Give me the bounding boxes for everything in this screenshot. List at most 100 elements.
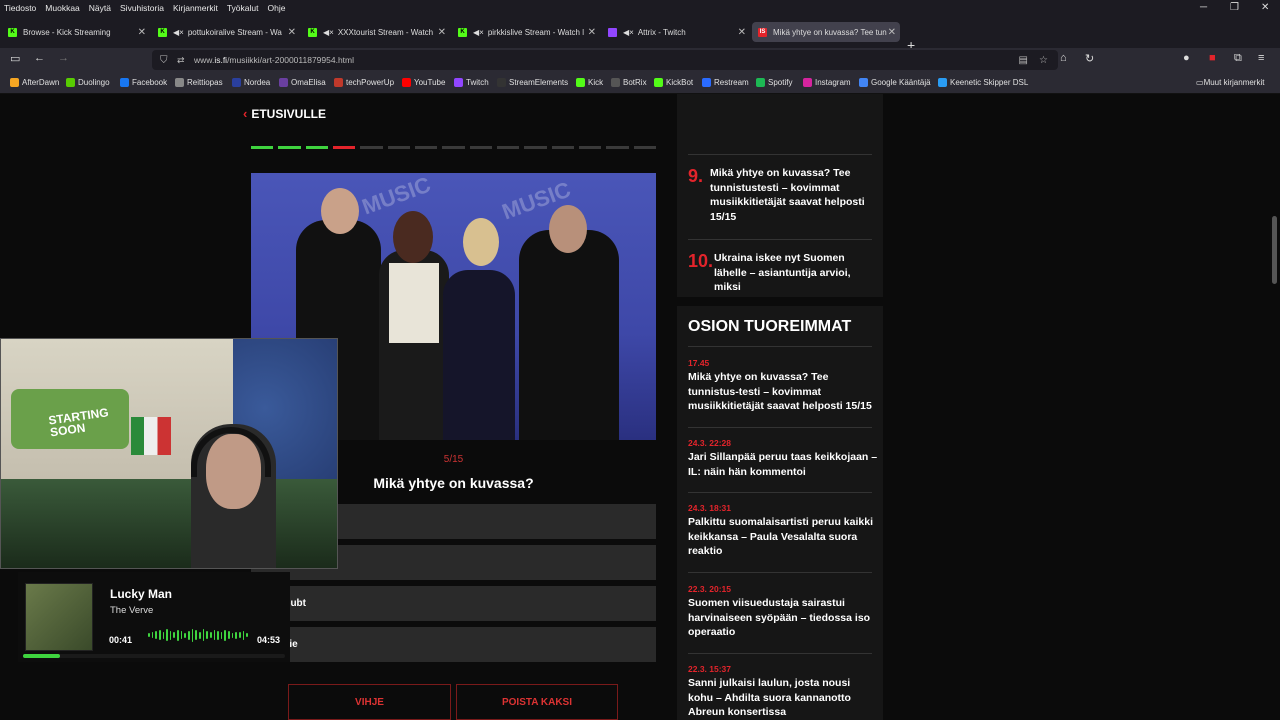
- site-permissions-icon[interactable]: ⇄: [177, 55, 185, 66]
- tab-pottukoiralive[interactable]: K ◀× pottukoiralive Stream - Wa ✕: [152, 22, 300, 42]
- bookmark-item[interactable]: AfterDawn: [10, 78, 59, 87]
- answer-option-3[interactable]: No Doubt: [251, 586, 656, 621]
- bookmark-label: Restream: [714, 78, 749, 87]
- bookmark-item[interactable]: YouTube: [402, 78, 445, 87]
- bookmark-item[interactable]: Facebook: [120, 78, 167, 87]
- progress-segment: [387, 146, 410, 149]
- bookmark-item[interactable]: Twitch: [454, 78, 489, 87]
- progress-segment: [360, 146, 383, 149]
- menu-help[interactable]: Ohje: [267, 3, 285, 13]
- hint-button[interactable]: VIHJE: [288, 684, 451, 720]
- webcam-overlay: STARTING SOON: [0, 338, 338, 569]
- most-read-item[interactable]: 9. Mikä yhtye on kuvassa? Tee tunnistust…: [688, 166, 865, 224]
- muted-icon[interactable]: ◀×: [473, 28, 484, 37]
- bookmark-item[interactable]: Reittiopas: [175, 78, 223, 87]
- progress-segment: [332, 146, 356, 149]
- bookmark-item[interactable]: Duolingo: [66, 78, 110, 87]
- close-tab-icon[interactable]: ✕: [138, 27, 146, 38]
- reload-icon[interactable]: ↻: [1085, 52, 1094, 65]
- scrollbar-thumb[interactable]: [1272, 216, 1277, 284]
- person-1-head: [321, 188, 359, 234]
- answer-option-4[interactable]: Blondie: [251, 627, 656, 662]
- bookmark-item[interactable]: OmaElisa: [279, 78, 326, 87]
- bookmark-item[interactable]: Spotify: [756, 78, 792, 87]
- app-menu-icon[interactable]: ≡: [1258, 52, 1264, 64]
- bookmark-item[interactable]: techPowerUp: [334, 78, 394, 87]
- latest-item[interactable]: 24.3. 22:28 Jari Sillanpää peruu taas ke…: [688, 438, 878, 479]
- bookmark-item[interactable]: Google Kääntäjä: [859, 78, 931, 87]
- close-tab-icon[interactable]: ✕: [738, 27, 746, 38]
- close-tab-icon[interactable]: ✕: [438, 27, 446, 38]
- home-icon[interactable]: ⌂: [1060, 52, 1067, 64]
- bookmark-label: AfterDawn: [22, 78, 60, 87]
- divider: [688, 492, 872, 493]
- bookmark-label: Twitch: [466, 78, 489, 87]
- tab-is-quiz[interactable]: IS Mikä yhtye on kuvassa? Tee tun ✕: [752, 22, 900, 42]
- person-3: [443, 270, 515, 440]
- bookmark-star-icon[interactable]: ☆: [1039, 55, 1048, 66]
- bookmark-item[interactable]: Keenetic Skipper DSL: [938, 78, 1028, 87]
- waveform-bar: [162, 631, 165, 639]
- close-window-icon[interactable]: ✕: [1261, 2, 1269, 13]
- bookmark-item[interactable]: BotRix: [611, 78, 647, 87]
- tab-xxxtourist[interactable]: K ◀× XXXtourist Stream - Watch ✕: [302, 22, 450, 42]
- bookmark-item[interactable]: Instagram: [803, 78, 851, 87]
- menu-bookmarks[interactable]: Kirjanmerkit: [173, 3, 218, 13]
- latest-item[interactable]: 22.3. 15:37 Sanni julkaisi laulun, josta…: [688, 664, 878, 720]
- progress-segment: [305, 146, 328, 149]
- latest-item[interactable]: 17.45 Mikä yhtye on kuvassa? Tee tunnist…: [688, 358, 878, 414]
- rank-title: Mikä yhtye on kuvassa? Tee tunnistustest…: [710, 167, 865, 223]
- tab-attrix-twitch[interactable]: ◀× Attrix - Twitch ✕: [602, 22, 750, 42]
- progress-segment: [278, 146, 301, 149]
- maximize-icon[interactable]: ❐: [1230, 2, 1239, 13]
- waveform-bar: [231, 632, 234, 638]
- muted-icon[interactable]: ◀×: [623, 28, 634, 37]
- latest-time: 24.3. 18:31: [688, 503, 732, 513]
- latest-item[interactable]: 24.3. 18:31 Palkittu suomalaisartisti pe…: [688, 503, 878, 559]
- most-read-item[interactable]: 10. Ukraina iskee nyt Suomen lähelle – a…: [688, 251, 869, 295]
- forward-arrow-icon[interactable]: →: [58, 52, 69, 64]
- muted-icon[interactable]: ◀×: [323, 28, 334, 37]
- bookmark-item[interactable]: Kick: [576, 78, 603, 87]
- reader-view-icon[interactable]: ▤: [1019, 55, 1028, 66]
- shield-icon[interactable]: ⛉: [160, 55, 168, 66]
- close-tab-icon[interactable]: ✕: [288, 27, 296, 38]
- progress-segment: [578, 146, 602, 149]
- remove-two-button[interactable]: POISTA KAKSI: [456, 684, 618, 720]
- bookmark-label: StreamElements: [509, 78, 569, 87]
- back-arrow-icon[interactable]: ←: [34, 52, 45, 64]
- menu-view[interactable]: Näytä: [89, 3, 111, 13]
- tab-pirkkislive[interactable]: K ◀× pirkkislive Stream - Watch l ✕: [452, 22, 600, 42]
- extension-badge-icon[interactable]: ■: [1209, 52, 1216, 64]
- waveform-bar: [206, 631, 208, 639]
- now-playing-widget: Lucky Man The Verve 00:41 04:53: [18, 572, 290, 662]
- bookmark-item[interactable]: Nordea: [232, 78, 270, 87]
- waveform-bar: [148, 633, 150, 637]
- account-icon[interactable]: ●: [1183, 52, 1190, 64]
- bookmark-item[interactable]: StreamElements: [497, 78, 568, 87]
- page-scrollbar[interactable]: [1270, 94, 1280, 720]
- minimize-icon[interactable]: ─: [1200, 2, 1207, 13]
- menu-history[interactable]: Sivuhistoria: [120, 3, 164, 13]
- tab-kick-browse[interactable]: K Browse - Kick Streaming ✕: [2, 22, 150, 42]
- latest-item[interactable]: 22.3. 20:15 Suomen viisuedustaja sairast…: [688, 584, 878, 640]
- person-4-head: [549, 205, 587, 253]
- url-bar[interactable]: ⛉ ⇄ www. is.fi/musiikki/art-2000011879954…: [152, 50, 1058, 70]
- sidebar-toggle-icon[interactable]: ▭: [10, 52, 20, 65]
- close-tab-icon[interactable]: ✕: [888, 27, 896, 38]
- bookmark-item[interactable]: KickBot: [654, 78, 693, 87]
- menu-edit[interactable]: Muokkaa: [45, 3, 80, 13]
- folder-icon: ▭: [1196, 78, 1204, 87]
- kick-icon: K: [308, 27, 317, 37]
- muted-icon[interactable]: ◀×: [173, 28, 184, 37]
- close-tab-icon[interactable]: ✕: [588, 27, 596, 38]
- bookmark-item[interactable]: Restream: [702, 78, 749, 87]
- extensions-icon[interactable]: ⧉: [1234, 52, 1242, 65]
- menu-tools[interactable]: Työkalut: [227, 3, 259, 13]
- bookmark-favicon-icon: [611, 78, 620, 87]
- back-to-frontpage-link[interactable]: ‹ ETUSIVULLE: [243, 106, 326, 121]
- menu-file[interactable]: Tiedosto: [4, 3, 36, 13]
- other-bookmarks-folder[interactable]: ▭ Muut kirjanmerkit: [1196, 78, 1264, 87]
- divider: [688, 572, 872, 573]
- backdrop-logo: MUSIC: [358, 173, 434, 220]
